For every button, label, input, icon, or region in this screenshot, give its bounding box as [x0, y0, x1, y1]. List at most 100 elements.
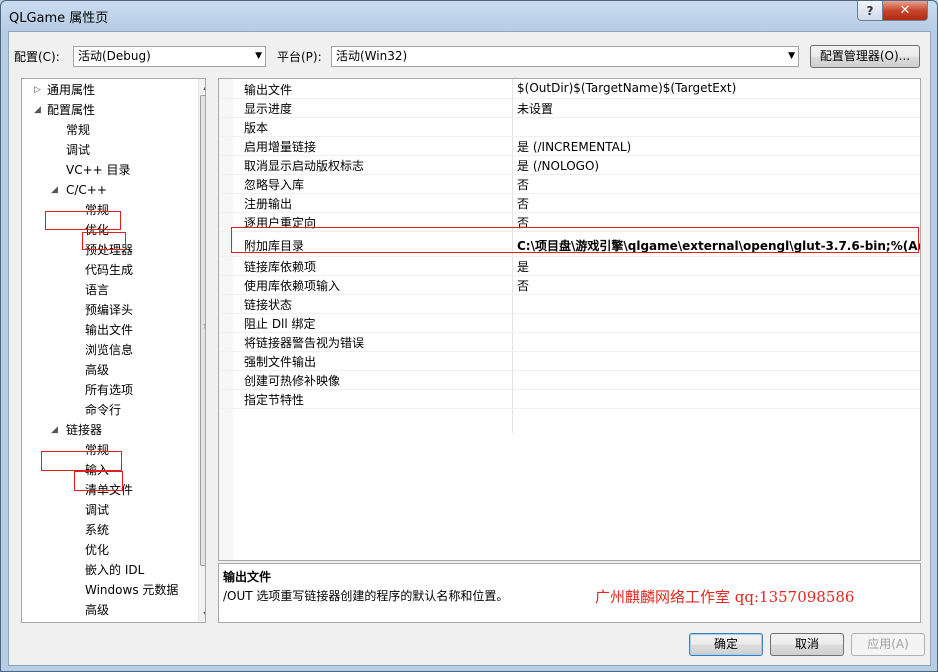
config-manager-button[interactable]: 配置管理器(O)... — [810, 45, 920, 68]
config-label: 配置(C): — [14, 50, 60, 64]
tree-item-label: 系统 — [85, 523, 110, 537]
tree-item[interactable]: 所有选项 — [22, 380, 198, 400]
property-value[interactable]: 否 — [517, 195, 529, 212]
property-grid[interactable]: 输出文件 $(OutDir)$(TargetName)$(TargetExt) 显示… — [218, 78, 921, 561]
property-row[interactable]: 强制文件输出 — [219, 351, 920, 371]
property-value[interactable]: $(OutDir)$(TargetName)$(TargetExt) — [517, 81, 736, 95]
tree-item[interactable]: ◢ 配置属性 — [22, 100, 198, 120]
scroll-down-icon[interactable]: ▼ — [199, 607, 205, 622]
property-row[interactable]: 链接库依赖项 是 — [219, 256, 920, 276]
property-row[interactable]: 逐用户重定向 否 — [219, 212, 920, 232]
property-value[interactable]: 否 — [517, 277, 529, 294]
tree-item[interactable]: ◢ 链接器 — [22, 420, 198, 440]
tree-item[interactable]: 高级 — [22, 360, 198, 380]
expand-arrow-icon[interactable]: ▷ — [34, 80, 41, 100]
property-row[interactable]: 阻止 Dll 绑定 — [219, 313, 920, 333]
ok-button[interactable]: 确定 — [689, 633, 763, 656]
tree-item-label: 嵌入的 IDL — [85, 563, 145, 577]
tree-item[interactable]: 调试 — [22, 500, 198, 520]
grip-icon: ≡ — [203, 322, 205, 332]
property-row[interactable]: 版本 — [219, 117, 920, 137]
tree-item[interactable]: 优化 — [22, 220, 198, 240]
property-row[interactable]: 忽略导入库 否 — [219, 174, 920, 194]
window-title: QLGame 属性页 — [9, 11, 109, 26]
tree-item[interactable]: 预编译头 — [22, 300, 198, 320]
tree-scrollbar[interactable]: ▲ ≡ ▼ — [198, 79, 205, 622]
property-name: 链接库依赖项 — [244, 260, 317, 274]
platform-select[interactable]: 活动(Win32) ▼ — [331, 46, 799, 67]
properties-dialog: QLGame 属性页 ? ✕ 配置(C): 活动(Debug) ▼ 平台(P):… — [0, 0, 938, 672]
tree-item[interactable]: 浏览信息 — [22, 340, 198, 360]
tree-item[interactable]: Windows 元数据 — [22, 580, 198, 600]
close-button[interactable]: ✕ — [882, 1, 928, 21]
property-row[interactable]: 取消显示启动版权标志 是 (/NOLOGO) — [219, 155, 920, 175]
property-row[interactable]: 指定节特性 — [219, 389, 920, 409]
config-select-value: 活动(Debug) — [78, 49, 151, 63]
property-value[interactable]: C:\项目盘\游戏引擎\qlgame\external\opengl\glut-… — [517, 237, 920, 254]
collapse-arrow-icon[interactable]: ◢ — [34, 100, 41, 120]
tree-item[interactable]: 常规 — [22, 120, 198, 140]
tree-item[interactable]: 清单文件 — [22, 480, 198, 500]
tree-item[interactable]: ▷ 通用属性 — [22, 80, 198, 100]
property-row[interactable]: 启用增量链接 是 (/INCREMENTAL) — [219, 136, 920, 156]
property-value[interactable]: 未设置 — [517, 100, 553, 117]
property-row[interactable]: 链接状态 — [219, 294, 920, 314]
tree-item[interactable]: VC++ 目录 — [22, 160, 198, 180]
tree-item-label: 代码生成 — [85, 263, 134, 277]
tree-item[interactable]: 高级 — [22, 600, 198, 620]
tree-item-label: 预处理器 — [85, 243, 134, 257]
property-value[interactable]: 是 (/NOLOGO) — [517, 157, 599, 174]
title-bar[interactable]: QLGame 属性页 ? ✕ — [1, 1, 937, 31]
tree-item[interactable]: 嵌入的 IDL — [22, 560, 198, 580]
cancel-button[interactable]: 取消 — [770, 633, 844, 656]
tree-item[interactable]: ◢ C/C++ — [22, 180, 198, 200]
property-row[interactable]: 注册输出 否 — [219, 193, 920, 213]
scrollbar-thumb[interactable]: ≡ — [200, 95, 205, 566]
scroll-up-icon[interactable]: ▲ — [199, 79, 205, 94]
close-icon: ✕ — [899, 3, 911, 18]
property-name: 附加库目录 — [244, 239, 305, 253]
property-row[interactable]: 显示进度 未设置 — [219, 98, 920, 118]
tree-item-label: 浏览信息 — [85, 343, 134, 357]
property-name: 将链接器警告视为错误 — [244, 336, 365, 350]
tree-item[interactable]: 调试 — [22, 140, 198, 160]
config-select[interactable]: 活动(Debug) ▼ — [73, 46, 266, 67]
tree-item[interactable]: 语言 — [22, 280, 198, 300]
tree-item-label: 高级 — [85, 363, 110, 377]
watermark-text: 广州麒麟网络工作室 qq:1357098586 — [595, 588, 855, 606]
property-name: 指定节特性 — [244, 393, 305, 407]
tree-item-label: VC++ 目录 — [66, 163, 131, 177]
property-row[interactable]: 附加库目录 C:\项目盘\游戏引擎\qlgame\external\opengl\… — [219, 234, 920, 257]
chevron-down-icon: ▼ — [788, 51, 795, 61]
property-row[interactable]: 将链接器警告视为错误 — [219, 332, 920, 352]
tree-item-label: 输入 — [85, 463, 110, 477]
tree-item[interactable]: 命令行 — [22, 400, 198, 420]
property-name: 逐用户重定向 — [244, 216, 317, 230]
tree-item[interactable]: 代码生成 — [22, 260, 198, 280]
property-value[interactable]: 否 — [517, 214, 529, 231]
property-row[interactable]: 使用库依赖项输入 否 — [219, 275, 920, 295]
tree-item[interactable]: 输入 — [22, 460, 198, 480]
tree-item-label: 清单文件 — [85, 483, 134, 497]
tree-item[interactable]: 系统 — [22, 520, 198, 540]
tree-item-label: 常规 — [85, 203, 110, 217]
property-name: 显示进度 — [244, 102, 293, 116]
property-value[interactable]: 否 — [517, 176, 529, 193]
apply-button[interactable]: 应用(A) — [851, 633, 925, 656]
property-value[interactable]: 是 (/INCREMENTAL) — [517, 138, 631, 155]
tree-item-label: 调试 — [85, 503, 110, 517]
property-tree[interactable]: ▷ 通用属性 ◢ 配置属性 常规 调试 VC++ 目录 ◢ C/C++ 常规 优化 预处理器 代码生成语… — [21, 78, 206, 623]
tree-item-label: 常规 — [85, 443, 110, 457]
collapse-arrow-icon[interactable]: ◢ — [51, 420, 58, 440]
tree-item[interactable]: 预处理器 — [22, 240, 198, 260]
property-row[interactable]: 创建可热修补映像 — [219, 370, 920, 390]
property-row[interactable]: 输出文件 $(OutDir)$(TargetName)$(TargetExt) — [219, 79, 920, 99]
collapse-arrow-icon[interactable]: ◢ — [51, 180, 58, 200]
tree-item[interactable]: 输出文件 — [22, 320, 198, 340]
tree-item[interactable]: 优化 — [22, 540, 198, 560]
tree-item[interactable]: 常规 — [22, 440, 198, 460]
property-value[interactable]: 是 — [517, 258, 529, 275]
property-name: 取消显示启动版权标志 — [244, 159, 365, 173]
tree-item[interactable]: 常规 — [22, 200, 198, 220]
help-button[interactable]: ? — [857, 1, 883, 21]
